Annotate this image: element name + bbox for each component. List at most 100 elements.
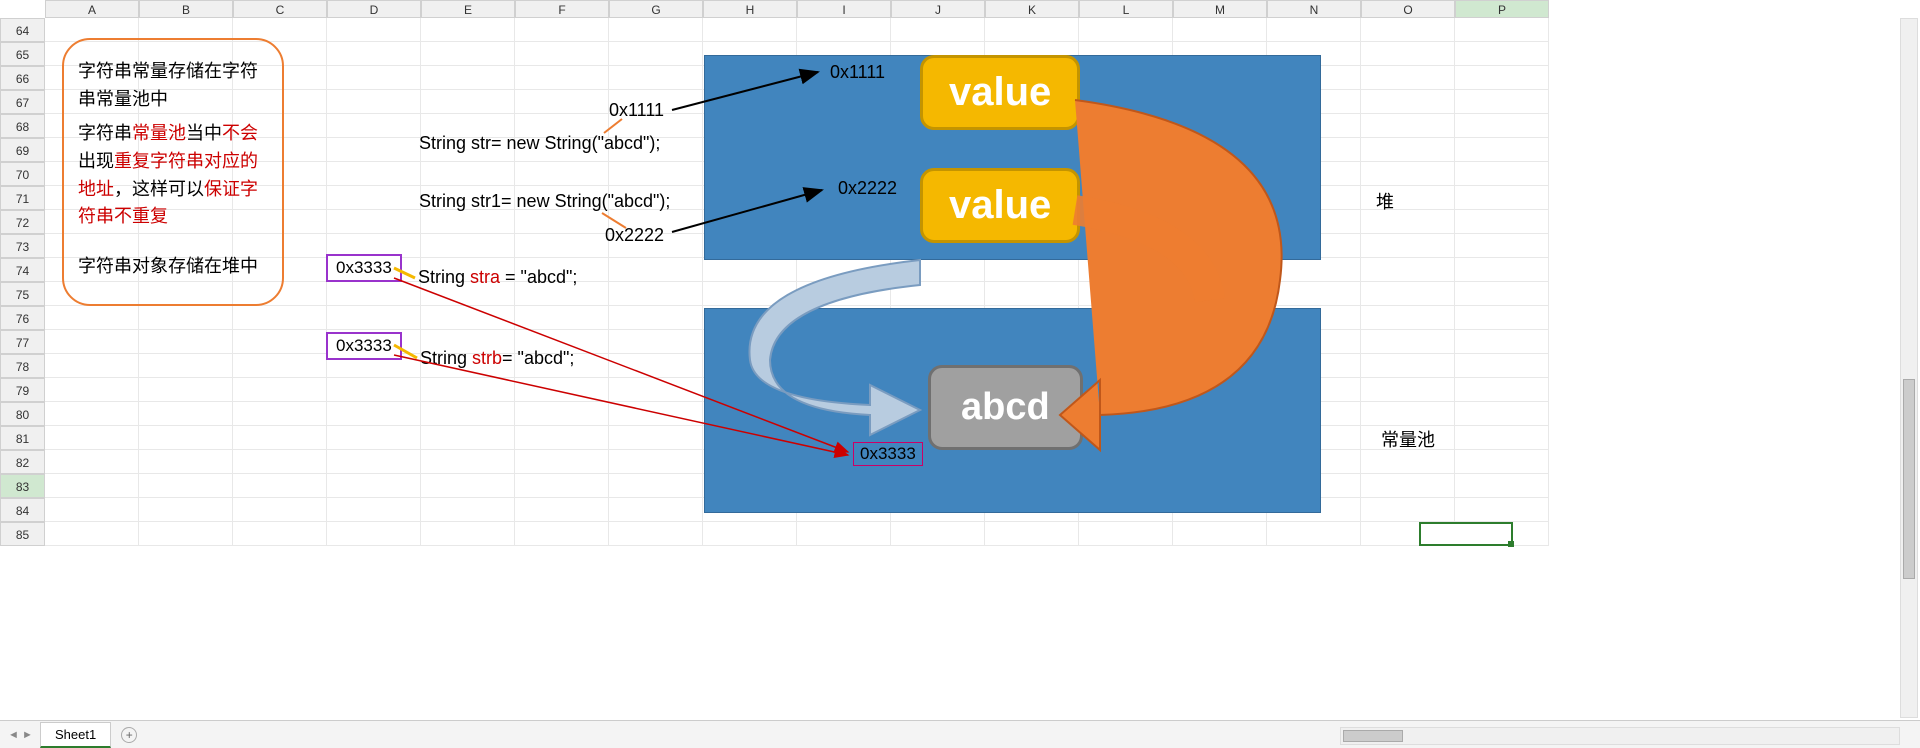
cell[interactable]: [327, 402, 421, 426]
cell[interactable]: [45, 402, 139, 426]
cell[interactable]: [985, 18, 1079, 42]
cell[interactable]: [1455, 258, 1549, 282]
cell[interactable]: [327, 210, 421, 234]
cell[interactable]: [515, 234, 609, 258]
cell[interactable]: [515, 498, 609, 522]
cell[interactable]: [421, 402, 515, 426]
cell[interactable]: [609, 378, 703, 402]
cell[interactable]: [515, 450, 609, 474]
cell[interactable]: [1455, 186, 1549, 210]
cell[interactable]: [797, 18, 891, 42]
cell[interactable]: [139, 426, 233, 450]
row-header[interactable]: 73: [0, 234, 45, 258]
cell[interactable]: [233, 402, 327, 426]
cell[interactable]: [703, 522, 797, 546]
cell[interactable]: [1455, 66, 1549, 90]
add-sheet-button[interactable]: +: [121, 727, 137, 743]
cell[interactable]: [421, 378, 515, 402]
cell[interactable]: [45, 498, 139, 522]
cell[interactable]: [1361, 114, 1455, 138]
cell[interactable]: [515, 42, 609, 66]
row-header[interactable]: 69: [0, 138, 45, 162]
cell[interactable]: [515, 306, 609, 330]
cell[interactable]: [45, 474, 139, 498]
cell[interactable]: [327, 498, 421, 522]
col-header[interactable]: M: [1173, 0, 1267, 18]
row-header[interactable]: 71: [0, 186, 45, 210]
cell[interactable]: [421, 498, 515, 522]
col-header[interactable]: O: [1361, 0, 1455, 18]
cell[interactable]: [1361, 42, 1455, 66]
cell[interactable]: [1079, 522, 1173, 546]
row-header[interactable]: 80: [0, 402, 45, 426]
cell[interactable]: [327, 162, 421, 186]
cell[interactable]: [327, 474, 421, 498]
vertical-scrollbar[interactable]: [1900, 18, 1918, 718]
cell[interactable]: [609, 522, 703, 546]
cell[interactable]: [421, 90, 515, 114]
cell[interactable]: [985, 258, 1079, 282]
cell[interactable]: [515, 210, 609, 234]
cell[interactable]: [1455, 450, 1549, 474]
cell[interactable]: [797, 282, 891, 306]
col-header[interactable]: N: [1267, 0, 1361, 18]
cell[interactable]: [1361, 378, 1455, 402]
cell[interactable]: [609, 282, 703, 306]
cell[interactable]: [891, 258, 985, 282]
vscroll-thumb[interactable]: [1903, 379, 1915, 579]
cell[interactable]: [515, 402, 609, 426]
row-header[interactable]: 76: [0, 306, 45, 330]
cell[interactable]: [1455, 282, 1549, 306]
cell[interactable]: [45, 306, 139, 330]
cell[interactable]: [1267, 258, 1361, 282]
cell[interactable]: [139, 498, 233, 522]
sheet-tab[interactable]: Sheet1: [40, 722, 111, 748]
cell[interactable]: [703, 258, 797, 282]
cell[interactable]: [1361, 282, 1455, 306]
cell[interactable]: [1455, 138, 1549, 162]
row-header[interactable]: 85: [0, 522, 45, 546]
cell[interactable]: [609, 354, 703, 378]
cell[interactable]: [703, 18, 797, 42]
cell[interactable]: [1455, 402, 1549, 426]
cell[interactable]: [421, 450, 515, 474]
cell[interactable]: [139, 450, 233, 474]
hscroll-thumb[interactable]: [1343, 730, 1403, 742]
cell[interactable]: [45, 522, 139, 546]
cell[interactable]: [1455, 210, 1549, 234]
col-header[interactable]: D: [327, 0, 421, 18]
cell[interactable]: [421, 66, 515, 90]
cell[interactable]: [515, 426, 609, 450]
cell[interactable]: [1173, 258, 1267, 282]
cell[interactable]: [1361, 18, 1455, 42]
cell[interactable]: [421, 306, 515, 330]
col-header[interactable]: B: [139, 0, 233, 18]
horizontal-scrollbar[interactable]: [1340, 727, 1900, 745]
row-header[interactable]: 82: [0, 450, 45, 474]
cell[interactable]: [327, 90, 421, 114]
cell[interactable]: [233, 426, 327, 450]
cell[interactable]: [45, 426, 139, 450]
cell[interactable]: [985, 282, 1079, 306]
col-header[interactable]: E: [421, 0, 515, 18]
cell[interactable]: [1079, 282, 1173, 306]
cell[interactable]: [233, 306, 327, 330]
cell[interactable]: [609, 426, 703, 450]
cell[interactable]: [233, 354, 327, 378]
cell[interactable]: [421, 234, 515, 258]
cell[interactable]: [421, 42, 515, 66]
cell[interactable]: [609, 66, 703, 90]
row-header[interactable]: 64: [0, 18, 45, 42]
cell[interactable]: [327, 114, 421, 138]
col-header[interactable]: L: [1079, 0, 1173, 18]
cell[interactable]: [421, 474, 515, 498]
col-header[interactable]: G: [609, 0, 703, 18]
row-header[interactable]: 70: [0, 162, 45, 186]
cell[interactable]: [327, 138, 421, 162]
row-header[interactable]: 78: [0, 354, 45, 378]
cell[interactable]: [233, 378, 327, 402]
cell[interactable]: [327, 306, 421, 330]
cell[interactable]: [609, 402, 703, 426]
cell[interactable]: [139, 378, 233, 402]
cell[interactable]: [515, 522, 609, 546]
